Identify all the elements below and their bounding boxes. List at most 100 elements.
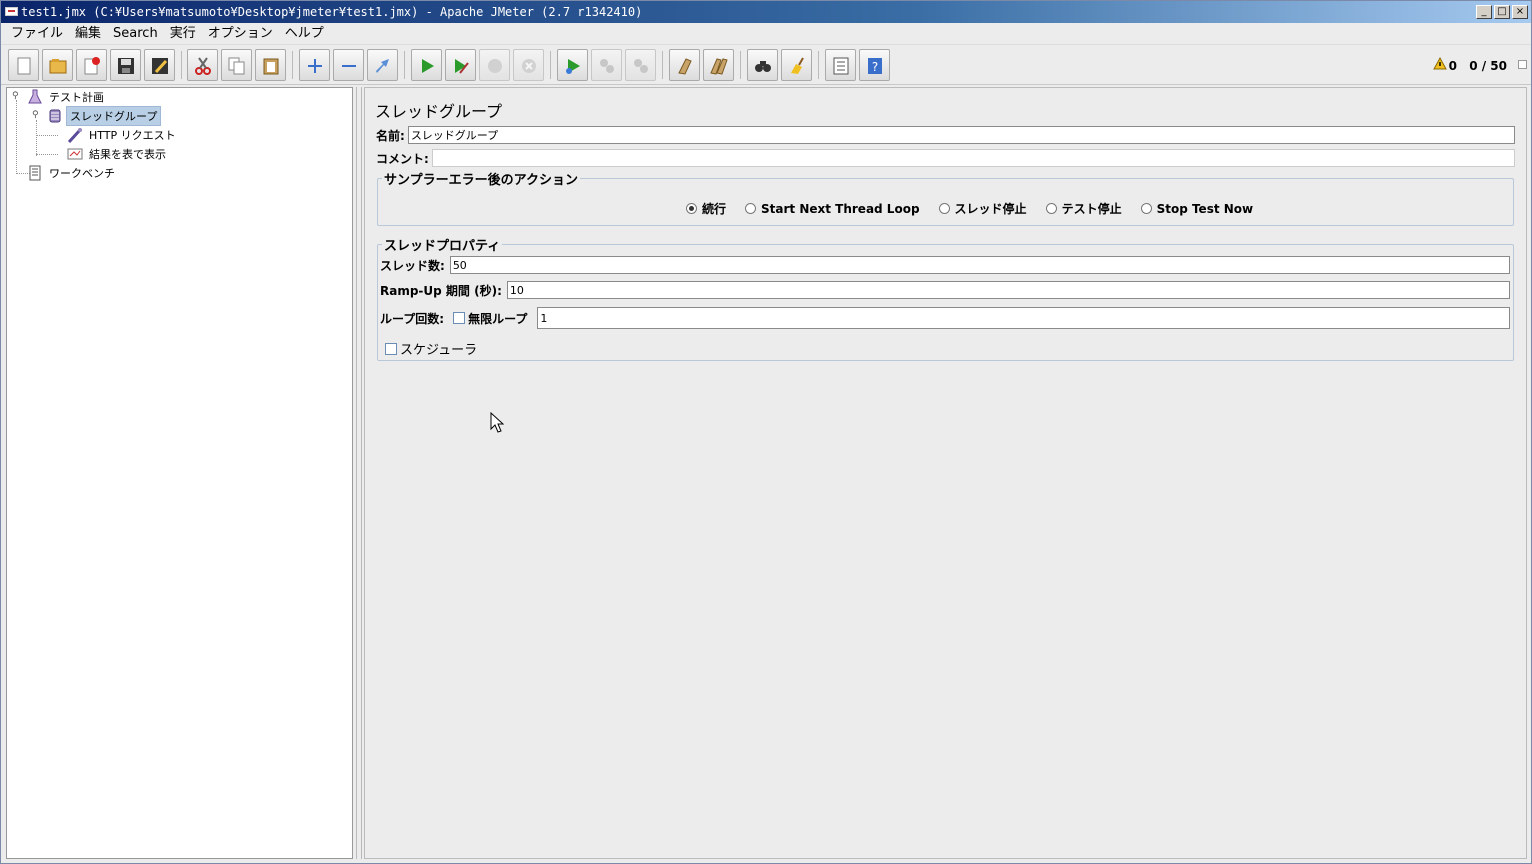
toggle-icon — [376, 59, 389, 73]
menu-edit[interactable]: 編集 — [69, 23, 107, 45]
collapse-all-button[interactable] — [333, 49, 364, 81]
menu-help[interactable]: ヘルプ — [279, 23, 330, 45]
http-sampler-icon — [67, 128, 82, 143]
comment-input[interactable] — [431, 149, 1515, 167]
scheduler-row: スケジューラ — [385, 339, 477, 358]
app-icon — [5, 7, 18, 16]
radio-button[interactable] — [745, 203, 757, 214]
remote-start-button[interactable] — [557, 49, 588, 81]
tree-item-results-table[interactable]: 結果を表で表示 — [67, 145, 169, 163]
radio-label: スレッド停止 — [954, 202, 1027, 216]
loop-row: ループ回数: 無限ループ — [380, 307, 1510, 329]
clear-icon — [678, 58, 692, 75]
clear-all-icon — [710, 58, 728, 75]
start-button[interactable] — [411, 49, 442, 81]
close-file-button[interactable] — [76, 49, 107, 81]
remote-stop-button[interactable] — [591, 49, 622, 81]
search-button[interactable] — [747, 49, 778, 81]
radio-label: Stop Test Now — [1156, 201, 1254, 216]
rampup-label: Ramp-Up 期間 (秒): — [380, 283, 502, 298]
start-no-timers-button[interactable] — [445, 49, 476, 81]
radio-button[interactable] — [938, 203, 950, 214]
workbench-icon — [29, 165, 41, 181]
rampup-input[interactable] — [506, 281, 1510, 299]
name-input[interactable] — [407, 126, 1515, 144]
close-button[interactable]: × — [1512, 5, 1528, 19]
copy-icon — [228, 57, 245, 75]
maximize-button[interactable]: □ — [1494, 5, 1510, 19]
close-file-icon — [84, 57, 100, 75]
new-button[interactable] — [8, 49, 39, 81]
function-helper-button[interactable] — [825, 49, 856, 81]
split-pane-divider[interactable] — [354, 87, 363, 859]
toggle-button[interactable] — [367, 49, 398, 81]
infinite-loop-checkbox[interactable] — [453, 312, 466, 324]
scheduler-checkbox[interactable] — [385, 342, 397, 355]
save-as-icon — [152, 58, 168, 74]
collapse-icon — [342, 65, 356, 67]
paste-button[interactable] — [255, 49, 286, 81]
tree-item-test-plan[interactable]: テスト計画 — [27, 88, 107, 106]
comment-label: コメント: — [376, 151, 429, 166]
results-table-icon — [67, 148, 83, 160]
new-icon — [17, 57, 31, 75]
scheduler-label: スケジューラ — [400, 343, 478, 358]
radio-stop-test-now[interactable]: Stop Test Now — [1140, 201, 1254, 216]
stop-icon — [488, 59, 502, 73]
radio-stop-thread[interactable]: スレッド停止 — [938, 200, 1027, 217]
radio-button[interactable] — [1140, 203, 1152, 214]
save-as-button[interactable] — [144, 49, 175, 81]
error-action-legend: サンプラーエラー後のアクション — [384, 173, 578, 188]
running-indicator — [1518, 60, 1527, 69]
warning-icon[interactable] — [1433, 57, 1447, 70]
reset-search-button[interactable] — [781, 49, 812, 81]
tree-item-workbench[interactable]: ワークベンチ — [27, 164, 118, 182]
test-plan-icon — [28, 89, 42, 104]
tree-toggle-test-plan[interactable]: ⚲ — [12, 92, 21, 101]
menu-search[interactable]: Search — [107, 23, 164, 45]
open-button[interactable] — [42, 49, 73, 81]
tree-item-http-request[interactable]: HTTP リクエスト — [67, 126, 179, 144]
shutdown-icon — [522, 59, 536, 73]
radio-button[interactable] — [686, 203, 697, 214]
cut-button[interactable] — [187, 49, 218, 81]
infinite-loop-label: 無限ループ — [468, 311, 528, 326]
save-button[interactable] — [110, 49, 141, 81]
radio-stop-test[interactable]: テスト停止 — [1045, 200, 1122, 217]
thread-group-icon — [49, 109, 61, 123]
remote-start-icon — [566, 59, 580, 74]
minimize-button[interactable]: _ — [1476, 5, 1492, 19]
rampup-row: Ramp-Up 期間 (秒): — [380, 281, 1510, 299]
clear-button[interactable] — [669, 49, 700, 81]
save-icon — [118, 58, 134, 74]
tree-item-label: ワークベンチ — [49, 167, 115, 180]
expand-all-button[interactable] — [299, 49, 330, 81]
comment-row: コメント: — [376, 149, 1515, 167]
copy-button[interactable] — [221, 49, 252, 81]
menu-file[interactable]: ファイル — [5, 23, 69, 45]
expand-icon — [308, 59, 322, 73]
toolbar: ? 0 0 / 50 — [1, 45, 1531, 85]
start-icon — [422, 59, 434, 73]
radio-label: Start Next Thread Loop — [761, 201, 920, 216]
function-helper-icon — [833, 57, 849, 75]
radio-button[interactable] — [1045, 203, 1057, 214]
remote-shutdown-button[interactable] — [625, 49, 656, 81]
menu-options[interactable]: オプション — [202, 23, 279, 45]
clear-all-button[interactable] — [703, 49, 734, 81]
stop-button[interactable] — [479, 49, 510, 81]
title-bar: test1.jmx (C:¥Users¥matsumoto¥Desktop¥jm… — [1, 1, 1531, 23]
radio-start-next-loop[interactable]: Start Next Thread Loop — [745, 202, 920, 216]
menu-run[interactable]: 実行 — [164, 23, 202, 45]
help-button[interactable]: ? — [859, 49, 890, 81]
loop-count-input[interactable] — [537, 307, 1510, 329]
radio-continue[interactable]: 続行 — [686, 200, 726, 217]
tree-item-thread-group[interactable]: スレッドグループ — [47, 106, 162, 126]
tree-toggle-thread-group[interactable]: ⚲ — [32, 111, 41, 120]
shutdown-button[interactable] — [513, 49, 544, 81]
window-title: test1.jmx (C:¥Users¥matsumoto¥Desktop¥jm… — [21, 5, 643, 19]
page-title: スレッドグループ — [375, 102, 503, 121]
help-icon: ? — [868, 58, 882, 74]
threads-input[interactable] — [449, 256, 1510, 274]
search-icon — [755, 61, 771, 72]
